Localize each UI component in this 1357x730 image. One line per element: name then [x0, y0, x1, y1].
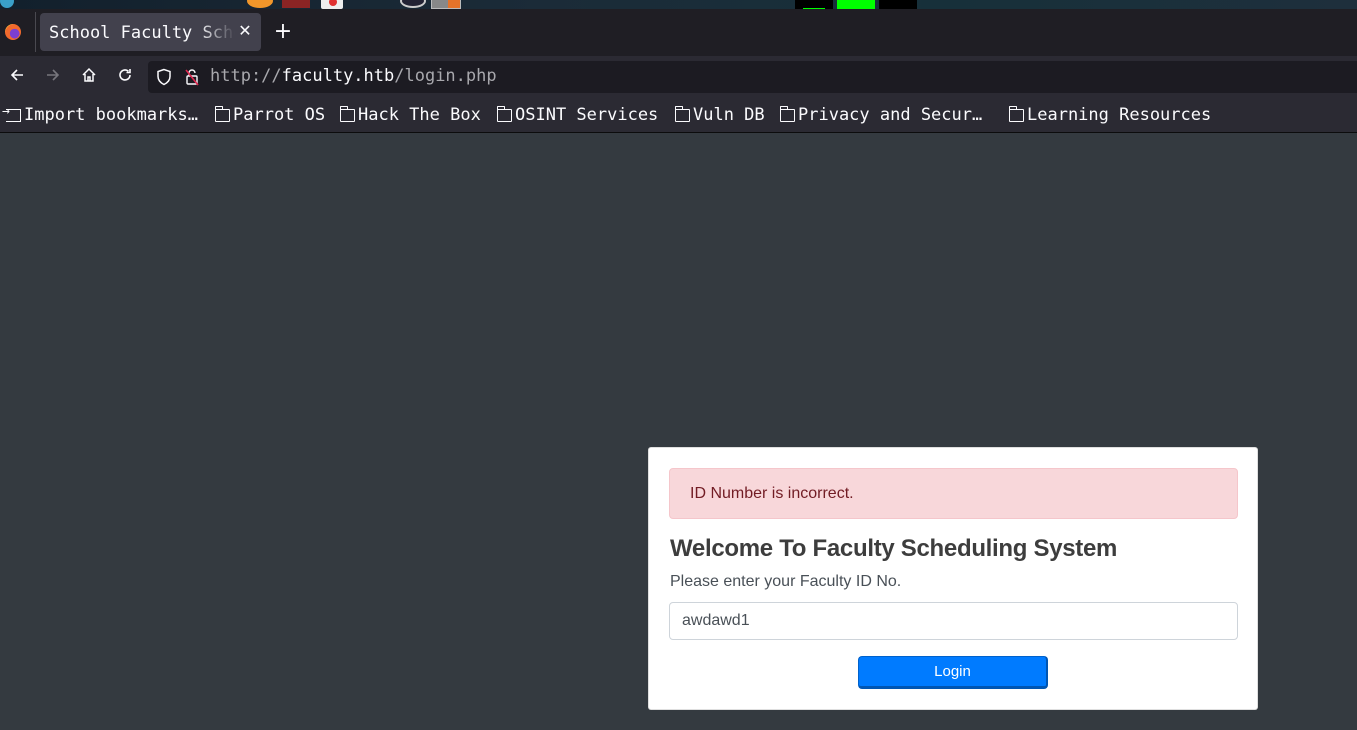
tab-separator — [35, 12, 36, 52]
system-monitor-graph — [795, 0, 833, 9]
bookmark-label: OSINT Services — [515, 105, 659, 125]
os-taskbar-strip — [0, 0, 1357, 9]
bookmark-folder-osint-services[interactable]: OSINT Services — [497, 104, 658, 126]
bookmark-folder-hack-the-box[interactable]: Hack The Box — [340, 104, 481, 126]
url-path: /login.php — [394, 66, 497, 86]
bookmark-label: Vuln DB — [693, 105, 765, 125]
system-monitor-graph — [879, 0, 917, 9]
folder-icon — [497, 105, 512, 122]
login-card: ID Number is incorrect. Welcome To Facul… — [648, 447, 1258, 710]
bookmark-folder-learning-resources[interactable]: Learning Resources — [1009, 104, 1211, 126]
url-text[interactable]: http://faculty.htb/login.php — [210, 66, 497, 86]
reload-icon[interactable] — [115, 66, 135, 86]
plus-icon[interactable]: + — [272, 21, 294, 43]
tab-active[interactable]: School Faculty Scheduling System ✕ — [40, 13, 261, 51]
url-bar[interactable]: http://faculty.htb/login.php — [148, 61, 1357, 93]
os-app-icon[interactable] — [400, 0, 426, 8]
bookmark-folder-privacy-security[interactable]: Privacy and Secur… — [780, 104, 982, 126]
faculty-id-input[interactable] — [669, 602, 1238, 640]
tab-title: School Faculty Scheduling System — [49, 23, 235, 43]
bookmark-label: Hack The Box — [358, 105, 481, 125]
tab-bar: School Faculty Scheduling System ✕ + — [0, 9, 1357, 56]
insecure-lock-icon[interactable] — [184, 67, 200, 87]
os-app-icon[interactable] — [247, 0, 273, 8]
bookmarks-toolbar: Import bookmarks… Parrot OS Hack The Box… — [0, 97, 1357, 133]
os-app-icon[interactable] — [431, 0, 461, 9]
login-title: Welcome To Faculty Scheduling System — [670, 535, 1118, 562]
shield-icon[interactable] — [156, 68, 172, 86]
bookmark-folder-vuln-db[interactable]: Vuln DB — [675, 104, 765, 126]
close-icon[interactable]: ✕ — [237, 21, 253, 41]
firefox-logo-icon[interactable] — [5, 24, 21, 40]
url-host: faculty.htb — [281, 66, 395, 86]
bookmark-label: Import bookmarks… — [24, 105, 198, 125]
folder-icon — [1009, 105, 1024, 122]
system-monitor-graph — [837, 0, 875, 9]
import-icon — [2, 104, 21, 122]
os-app-icon[interactable] — [282, 0, 310, 8]
url-scheme: http:// — [210, 66, 282, 86]
error-alert: ID Number is incorrect. — [669, 468, 1238, 519]
folder-icon — [340, 105, 355, 122]
folder-icon — [780, 105, 795, 122]
page-content: ID Number is incorrect. Welcome To Facul… — [0, 134, 1357, 730]
faculty-id-label: Please enter your Faculty ID No. — [670, 573, 902, 590]
home-icon[interactable] — [79, 66, 99, 86]
login-button[interactable]: Login — [858, 656, 1048, 689]
bookmark-label: Parrot OS — [233, 105, 326, 125]
arrow-left-icon[interactable] — [7, 66, 27, 86]
arrow-right-icon[interactable] — [43, 66, 63, 86]
navigation-toolbar: http://faculty.htb/login.php — [0, 56, 1357, 97]
folder-icon — [215, 105, 230, 122]
folder-icon — [675, 105, 690, 122]
os-app-icon[interactable] — [321, 0, 343, 9]
bookmark-folder-parrot-os[interactable]: Parrot OS — [215, 104, 325, 126]
bookmark-label: Learning Resources — [1027, 105, 1212, 125]
bookmark-label: Privacy and Secur… — [798, 105, 983, 125]
os-app-icon[interactable] — [0, 0, 14, 8]
bookmark-import[interactable]: Import bookmarks… — [2, 104, 198, 126]
